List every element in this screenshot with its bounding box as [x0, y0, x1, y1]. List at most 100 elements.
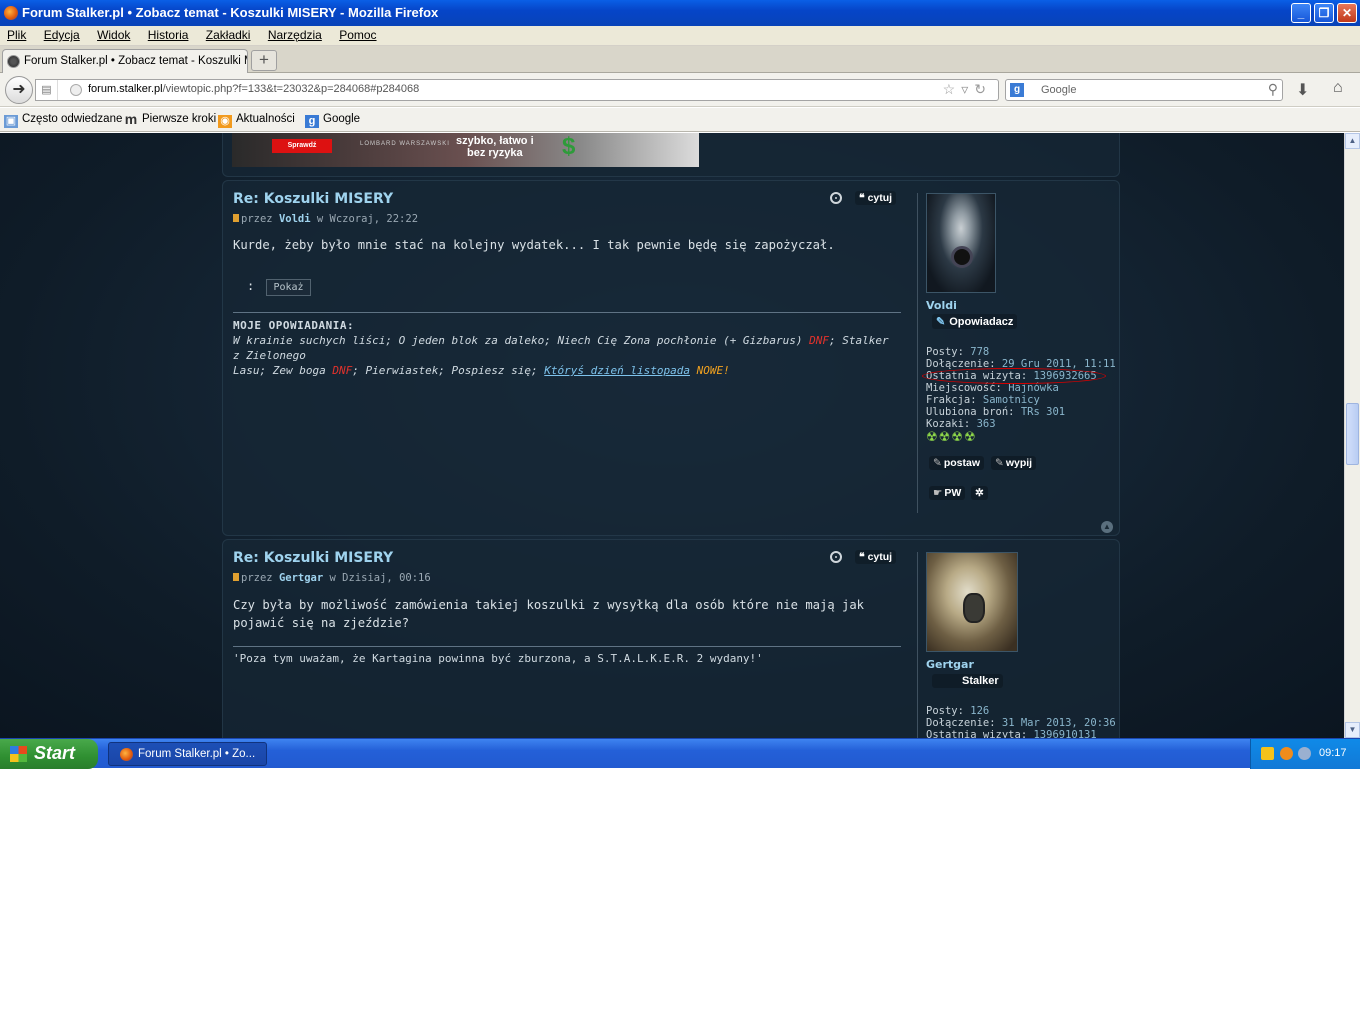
close-button[interactable]: ✕	[1337, 3, 1357, 23]
start-button[interactable]: Start	[0, 739, 98, 769]
signature-divider	[233, 312, 901, 313]
menu-plik[interactable]: Plik	[0, 26, 33, 44]
windows-flag-icon	[10, 746, 27, 762]
dropdown-icon[interactable]: ▿	[961, 81, 974, 97]
quote-button[interactable]: ❝ cytuj	[855, 191, 897, 205]
url-text[interactable]: forum.stalker.pl/viewtopic.php?f=133&t=2…	[88, 83, 419, 95]
bookmark-star-icon[interactable]: ☆	[943, 81, 962, 97]
scroll-down-icon[interactable]: ▼	[1345, 722, 1360, 738]
rss-icon: ◉	[218, 115, 232, 128]
google-search-engine-icon[interactable]: g	[1010, 83, 1024, 97]
system-tray: 09:17	[1250, 739, 1360, 769]
back-button[interactable]: ➜	[5, 76, 33, 104]
post-body: Kurde, żeby było mnie stać na kolejny wy…	[233, 238, 835, 252]
post-title[interactable]: Re: Koszulki MISERY	[233, 191, 393, 207]
security-shield-icon[interactable]	[1261, 747, 1274, 760]
post-icon	[233, 573, 239, 581]
post-title[interactable]: Re: Koszulki MISERY	[233, 550, 393, 566]
post-panel: Re: Koszulki MISERY przez Gertgar w Dzis…	[222, 539, 1120, 738]
user-rank: Stalker	[932, 674, 1003, 688]
window-titlebar: Forum Stalker.pl • Zobacz temat - Koszul…	[0, 0, 1360, 26]
pen-icon: ✎	[995, 457, 1004, 469]
tray-network-icon[interactable]	[1298, 747, 1311, 760]
post-author-link[interactable]: Gertgar	[279, 572, 323, 584]
dollar-icon: $	[562, 133, 576, 160]
back-arrow-icon: ➜	[12, 81, 26, 98]
avatar[interactable]	[926, 193, 996, 293]
wypij-button[interactable]: ✎ wypij	[991, 456, 1037, 470]
minimize-button[interactable]: _	[1291, 3, 1311, 23]
firefox-icon	[120, 748, 133, 761]
search-icon[interactable]: ⚲	[1268, 81, 1278, 98]
website-icon[interactable]: ✲	[971, 486, 988, 500]
pm-icon: ☛	[933, 487, 943, 499]
quote-button[interactable]: ❝ cytuj	[855, 550, 897, 564]
spoiler-show-button[interactable]: Pokaż	[266, 279, 311, 296]
post-body: Czy była by możliwość zamówienia takiej …	[233, 598, 865, 630]
radiation-icons: ☢☢☢☢	[926, 429, 977, 444]
report-icon[interactable]	[830, 192, 842, 204]
post-count-link[interactable]: 126	[970, 705, 989, 717]
menu-zakladki[interactable]: Zakładki	[199, 26, 258, 44]
post-panel: Re: Koszulki MISERY przez Voldi w Wczora…	[222, 180, 1120, 536]
gas-mask-icon	[951, 246, 973, 268]
menu-historia[interactable]: Historia	[141, 26, 196, 44]
url-tools: ☆▿↻	[943, 81, 992, 98]
scroll-thumb[interactable]	[1346, 403, 1359, 465]
url-bar[interactable]: ▤ forum.stalker.pl/viewtopic.php?f=133&t…	[35, 79, 999, 101]
avatar[interactable]	[926, 552, 1018, 652]
firefox-icon	[4, 6, 18, 20]
post-meta: przez Gertgar w Dzisiaj, 00:16	[233, 572, 431, 584]
bookmark-czesto-odwiedzane[interactable]: ▣ Często odwiedzane	[4, 113, 122, 128]
site-identity-icon[interactable]	[70, 84, 82, 96]
menu-edycja[interactable]: Edycja	[37, 26, 87, 44]
post-meta: przez Voldi w Wczoraj, 22:22	[233, 213, 418, 225]
tray-app-icon[interactable]	[1280, 747, 1293, 760]
menu-bar: Plik Edycja Widok Historia Zakładki Narz…	[0, 26, 1360, 46]
profile-separator	[917, 193, 918, 513]
ad-banner[interactable]: Sprawdź LOMBARD WARSZAWSKI szybko, łatwo…	[232, 133, 699, 167]
menu-pomoc[interactable]: Pomoc	[332, 26, 383, 44]
report-icon[interactable]	[830, 551, 842, 563]
vertical-scrollbar[interactable]: ▲ ▼	[1344, 133, 1360, 738]
m-icon: m	[124, 111, 138, 127]
profile-details: Posty: 778 Dołączenie: 29 Gru 2011, 11:1…	[926, 346, 1116, 430]
ad-check-button[interactable]: Sprawdź	[272, 139, 332, 153]
maximize-button[interactable]: ❐	[1314, 3, 1334, 23]
menu-narzedzia[interactable]: Narzędzia	[261, 26, 329, 44]
back-to-top-icon[interactable]: ▲	[1101, 521, 1113, 533]
home-icon[interactable]: ⌂	[1333, 79, 1343, 97]
bookmark-aktualnosci[interactable]: ◉ Aktualności	[218, 113, 295, 128]
sidebar-toggle-icon[interactable]: ▤	[36, 80, 58, 100]
username-link[interactable]: Voldi	[926, 299, 957, 312]
bookmark-pierwsze-kroki[interactable]: m Pierwsze kroki	[124, 111, 216, 127]
signature-link[interactable]: Któryś dzień listopada	[544, 364, 690, 377]
clock: 09:17	[1319, 747, 1347, 759]
search-input[interactable]: Google	[1041, 84, 1076, 96]
signature: MOJE OPOWIADANIA: W krainie suchych liśc…	[233, 319, 889, 377]
tab-forum[interactable]: Forum Stalker.pl • Zobacz temat - Koszul…	[2, 49, 248, 74]
search-box[interactable]: g Google ⚲	[1005, 79, 1283, 101]
taskbar: Start Forum Stalker.pl • Zo... 09:17	[0, 738, 1360, 769]
bookmark-google[interactable]: g Google	[305, 113, 360, 128]
username-link[interactable]: Gertgar	[926, 658, 974, 671]
reload-icon[interactable]: ↻	[974, 81, 992, 97]
taskbar-item-firefox[interactable]: Forum Stalker.pl • Zo...	[108, 742, 267, 766]
postaw-button[interactable]: ✎ postaw	[929, 456, 984, 470]
signature-heading: MOJE OPOWIADANIA:	[233, 319, 355, 332]
gas-mask-icon	[963, 593, 985, 623]
menu-widok[interactable]: Widok	[90, 26, 137, 44]
post-author-link[interactable]: Voldi	[279, 213, 311, 225]
profile-separator	[917, 552, 918, 738]
scroll-up-icon[interactable]: ▲	[1345, 133, 1360, 149]
download-icon[interactable]: ⬇	[1296, 80, 1309, 100]
site-favicon-icon	[7, 55, 20, 68]
page-viewport: Sprawdź LOMBARD WARSZAWSKI szybko, łatwo…	[0, 133, 1344, 738]
ad-logo: LOMBARD WARSZAWSKI	[360, 141, 450, 147]
new-tab-button[interactable]: +	[251, 50, 277, 71]
spoiler: : Pokaż	[247, 279, 311, 296]
tab-strip: Forum Stalker.pl • Zobacz temat - Koszul…	[0, 46, 1360, 74]
pm-button[interactable]: ☛ PW	[929, 486, 966, 500]
post-count-link[interactable]: 778	[970, 346, 989, 358]
navigation-bar: ➜ ▤ forum.stalker.pl/viewtopic.php?f=133…	[0, 73, 1360, 107]
